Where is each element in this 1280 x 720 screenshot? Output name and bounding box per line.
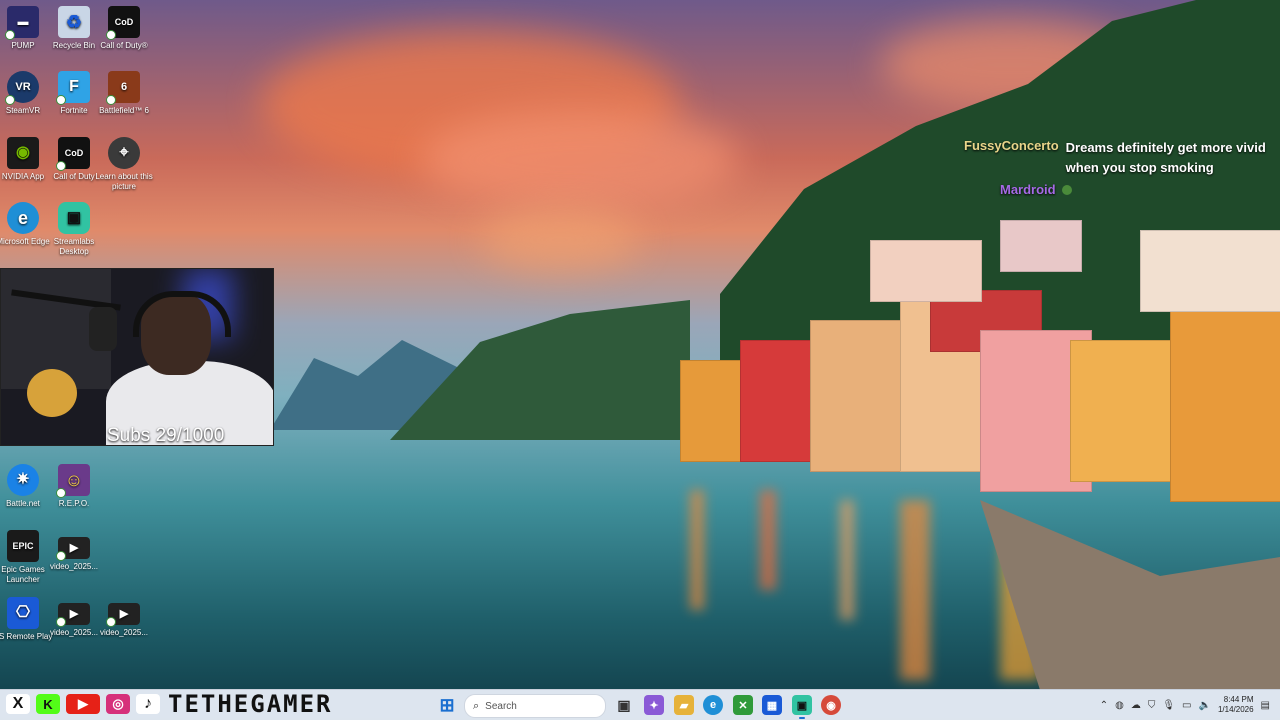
subs-counter: Subs 29/1000 (107, 425, 225, 446)
edge-icon: e (7, 202, 39, 234)
xbox-button[interactable]: ✕ (733, 695, 753, 715)
emote-icon (1061, 184, 1072, 195)
desktop-icon-learn-picture[interactable]: ⌖ Learn about this picture (93, 137, 155, 192)
shield-icon[interactable]: ⛉ (1148, 700, 1156, 711)
ps-remote-play-icon: ⎔ (7, 597, 39, 629)
epic-games-icon: EPIC (7, 530, 39, 562)
stream-brand-banner: X K ▶ ◎ ♪ TETHEGAMER (6, 688, 333, 720)
webcam-overlay: Subs 29/1000 (0, 268, 274, 446)
chrome-button[interactable]: ◉ (821, 695, 841, 715)
network-icon[interactable]: ◍ (1115, 700, 1124, 711)
pump-icon: ▬ (5, 6, 39, 40)
call-of-duty-icon: CoD (56, 137, 90, 171)
microphone (89, 307, 117, 351)
kick-icon: K (36, 694, 60, 714)
display-icon[interactable]: ▭ (1182, 700, 1191, 711)
microphone-icon[interactable]: 🎙 (1162, 700, 1175, 711)
battlefield-icon: 6 (106, 71, 140, 105)
desktop-icon-streamlabs[interactable]: ▣ Streamlabs Desktop (43, 202, 105, 257)
copilot-button[interactable]: ✦ (644, 695, 664, 715)
chat-username: FussyConcerto (964, 138, 1059, 153)
desktop-icon-video-3[interactable]: ▶ video_2025... (93, 603, 155, 638)
call-of-duty-icon: CoD (106, 6, 140, 40)
search-box[interactable]: ⌕ Search (464, 694, 606, 718)
desktop-icon-label: video_2025... (99, 628, 149, 637)
tiktok-icon: ♪ (136, 694, 160, 714)
edge-taskbar-button[interactable]: e (703, 695, 723, 715)
desktop-icon-label: Battlefield™ 6 (99, 106, 149, 115)
fortnite-icon: F (56, 71, 90, 105)
clock-time: 8:44 PM (1223, 695, 1254, 704)
system-tray: ⌃ ◍ ☁ ⛉ 🎙 ▭ 🔈 8:44 PM 1/14/2026 ▤ (1100, 690, 1270, 720)
chat-overlay: FussyConcerto Dreams definitely get more… (964, 138, 1274, 197)
desktop-icon-label: R.E.P.O. (58, 499, 90, 508)
video-file-icon: ▶ (106, 603, 140, 627)
search-icon: ⌕ (473, 699, 480, 712)
plush-toy (27, 369, 77, 417)
chat-message-text: Dreams definitely get more vivid when yo… (1065, 140, 1266, 175)
chat-username: Mardroid (1000, 182, 1056, 197)
task-view-button[interactable]: ▣ (614, 695, 634, 715)
video-file-icon: ▶ (56, 603, 90, 627)
chat-message: FussyConcerto Dreams definitely get more… (964, 138, 1274, 178)
desktop-icon-repo[interactable]: ☺ R.E.P.O. (43, 464, 105, 509)
instagram-icon: ◎ (106, 694, 130, 714)
search-placeholder: Search (485, 700, 517, 712)
streamlabs-taskbar-button[interactable]: ▣ (792, 695, 812, 715)
camera-icon: ⌖ (108, 137, 140, 169)
speaker-icon[interactable]: 🔈 (1199, 700, 1211, 711)
chat-message: Mardroid (964, 182, 1274, 197)
desktop-icon-label: Call of Duty® (100, 41, 148, 50)
steamvr-icon: VR (5, 71, 39, 105)
x-icon: X (6, 694, 30, 714)
desktop-icon-video-1[interactable]: ▶ video_2025... (43, 537, 105, 572)
video-file-icon: ▶ (56, 537, 90, 561)
taskbar: X K ▶ ◎ ♪ TETHEGAMER ⊞ ⌕ Search ▣ ✦ ▰ e … (0, 689, 1280, 720)
battlenet-icon: ✷ (7, 464, 39, 496)
desktop-icon-battlefield[interactable]: 6 Battlefield™ 6 (93, 71, 155, 116)
desktop-icon-label: video_2025... (49, 562, 99, 571)
chevron-up-icon[interactable]: ⌃ (1100, 700, 1108, 711)
recycle-bin-icon: ♻ (58, 6, 90, 38)
start-button[interactable]: ⊞ (437, 695, 457, 715)
desktop-icon-call-of-duty-reg[interactable]: CoD Call of Duty® (93, 6, 155, 51)
repo-icon: ☺ (56, 464, 90, 498)
notification-icon[interactable]: ▤ (1261, 700, 1270, 711)
streamlabs-active-indicator (799, 717, 805, 719)
clock[interactable]: 8:44 PM 1/14/2026 (1218, 695, 1254, 715)
clock-date: 1/14/2026 (1217, 705, 1254, 714)
desktop-icon-label: Streamlabs Desktop (53, 237, 95, 256)
desktop-icon-label: Learn about this picture (95, 172, 153, 191)
streamer-name: TETHEGAMER (168, 690, 333, 718)
youtube-icon: ▶ (66, 694, 100, 714)
cloud-icon[interactable]: ☁ (1131, 700, 1141, 711)
store-button[interactable]: ▦ (762, 695, 782, 715)
nvidia-icon: ◉ (7, 137, 39, 169)
file-explorer-button[interactable]: ▰ (674, 695, 694, 715)
streamlabs-icon: ▣ (58, 202, 90, 234)
